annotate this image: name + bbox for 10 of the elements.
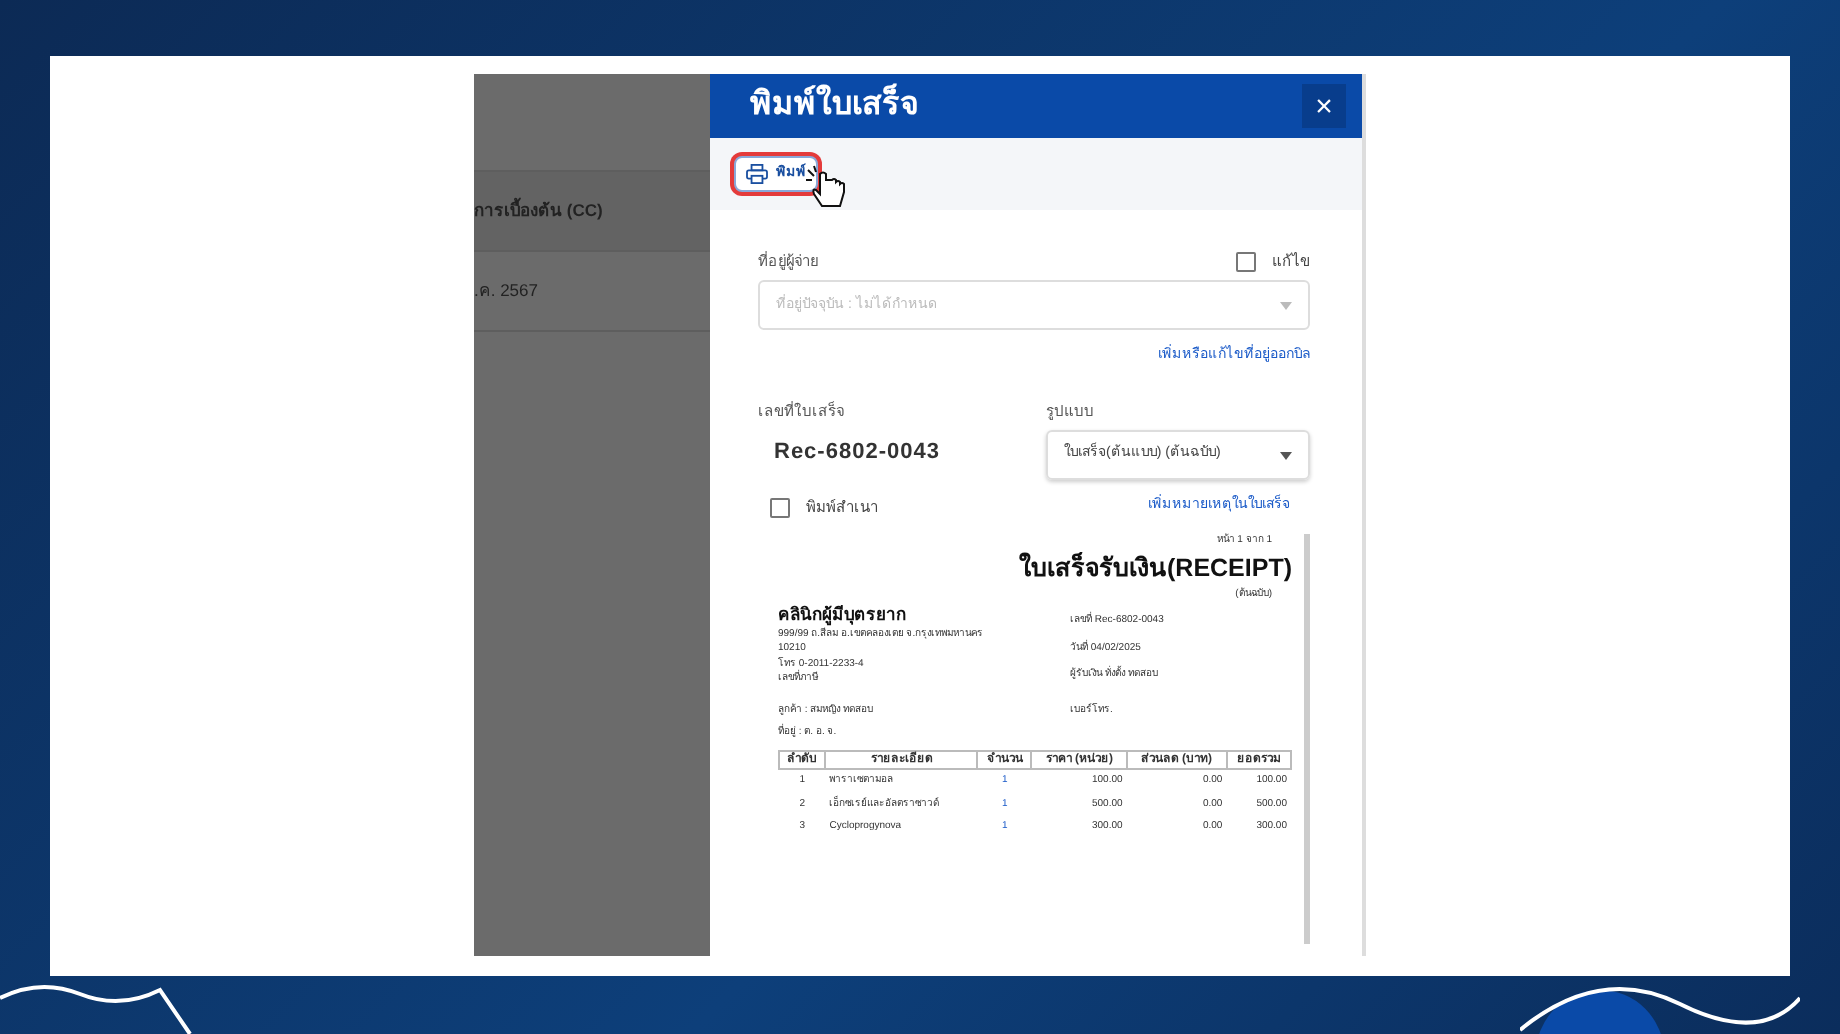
background-text: .ค. 2567: [474, 278, 538, 304]
background-text: การเบื้องต้น (CC): [474, 198, 603, 224]
printer-icon: [746, 164, 768, 184]
receipt-title: ใบเสร็จรับเงิน(RECEIPT): [1017, 550, 1292, 586]
clinic-name: คลินิกผู้มีบุตรยาก: [778, 602, 908, 627]
caret-icon: [1280, 451, 1292, 459]
close-button[interactable]: ×: [1302, 84, 1346, 128]
receipt-number: Rec-6802-0043: [774, 438, 942, 468]
dialog-title: พิมพ์ใบเสร็จ: [750, 82, 918, 130]
caret-icon: [1280, 301, 1292, 310]
